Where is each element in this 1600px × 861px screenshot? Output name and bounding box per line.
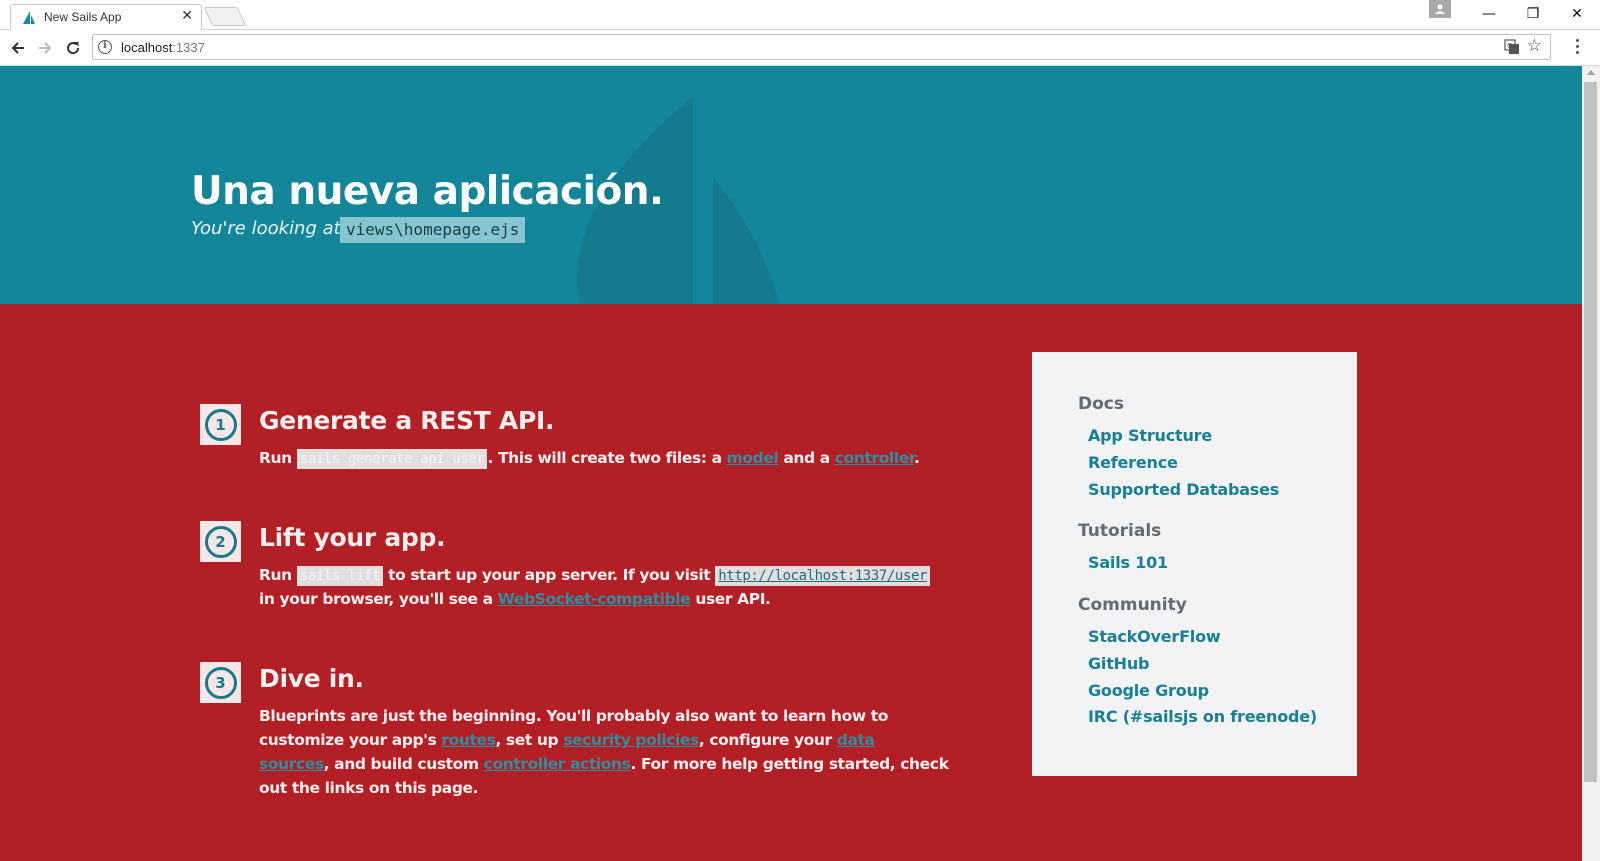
new-tab-button[interactable] [203, 7, 247, 26]
scroll-thumb[interactable] [1584, 82, 1597, 782]
main-content: 1 Generate a REST API. Run sails generat… [0, 304, 1582, 861]
browser-toolbar: i localhost:1337 G ☆ [0, 30, 1600, 66]
url-text[interactable]: localhost:1337 [121, 40, 205, 55]
step-number-badge: 2 [200, 521, 241, 562]
step-description: Run sails generate api user. This will c… [259, 449, 920, 469]
docs-heading: Docs [1078, 394, 1124, 414]
sidebar-link-reference[interactable]: Reference [1088, 453, 1178, 472]
view-file-code: views\homepage.ejs [340, 217, 526, 243]
controller-link[interactable]: controller [835, 449, 915, 467]
resources-sidebar: Docs App Structure Reference Supported D… [1032, 352, 1357, 776]
sidebar-link-github[interactable]: GitHub [1088, 654, 1150, 673]
tab-close-icon[interactable]: ✕ [181, 8, 193, 24]
reload-icon [67, 42, 80, 55]
hero-subtitle: You're looking at: [191, 218, 347, 239]
minimize-button[interactable]: — [1467, 0, 1511, 28]
step-number-badge: 1 [200, 404, 241, 445]
browser-tab[interactable]: New Sails App ✕ [10, 4, 202, 30]
tutorials-heading: Tutorials [1078, 521, 1162, 541]
step-title: Dive in. [259, 664, 364, 693]
bookmark-star-icon[interactable]: ☆ [1527, 36, 1542, 56]
minimize-icon: — [1482, 6, 1496, 22]
sidebar-link-supported-databases[interactable]: Supported Databases [1088, 480, 1279, 499]
community-heading: Community [1078, 595, 1187, 615]
sails-favicon-icon [23, 11, 35, 24]
code-snippet: sails generate api user [296, 449, 488, 469]
step-description: Blueprints are just the beginning. You'l… [259, 707, 949, 797]
routes-link[interactable]: routes [441, 731, 495, 749]
browser-menu-icon[interactable] [1576, 39, 1580, 57]
code-snippet: sails lift [296, 566, 384, 586]
close-icon: ✕ [1571, 6, 1583, 22]
restore-button[interactable]: ❐ [1511, 0, 1555, 28]
security-policies-link[interactable]: security policies [563, 731, 699, 749]
svg-text:G: G [1507, 42, 1512, 50]
scroll-up-arrow-icon[interactable] [1587, 70, 1595, 75]
address-bar[interactable]: i localhost:1337 G ☆ [92, 34, 1551, 60]
user-icon [1435, 4, 1445, 14]
forward-arrow-icon [39, 42, 52, 54]
step-title: Generate a REST API. [259, 406, 555, 435]
model-link[interactable]: model [727, 449, 779, 467]
controller-actions-link[interactable]: controller actions [484, 755, 631, 773]
sidebar-link-app-structure[interactable]: App Structure [1088, 426, 1212, 445]
back-arrow-icon [11, 42, 24, 54]
reload-button[interactable] [62, 37, 84, 59]
step-number-badge: 3 [200, 662, 241, 703]
sidebar-link-google-group[interactable]: Google Group [1088, 681, 1209, 700]
sidebar-link-stackoverflow[interactable]: StackOverFlow [1088, 627, 1221, 646]
restore-icon: ❐ [1526, 6, 1540, 22]
close-window-button[interactable]: ✕ [1555, 0, 1599, 28]
translate-icon[interactable]: G [1504, 39, 1520, 55]
hero-banner: Una nueva aplicación. You're looking at:… [0, 66, 1582, 304]
forward-button[interactable] [34, 37, 56, 59]
tab-title: New Sails App [44, 10, 122, 24]
profile-button[interactable] [1429, 0, 1451, 18]
back-button[interactable] [7, 37, 29, 59]
step-title: Lift your app. [259, 523, 446, 552]
info-icon[interactable]: i [98, 40, 112, 54]
vertical-scrollbar[interactable] [1582, 66, 1600, 861]
page-viewport: Una nueva aplicación. You're looking at:… [0, 66, 1582, 861]
page-title: Una nueva aplicación. [191, 169, 664, 214]
sidebar-link-irc[interactable]: IRC (#sailsjs on freenode) [1088, 707, 1317, 726]
browser-tab-bar: New Sails App ✕ — ❐ ✕ [0, 0, 1600, 30]
step-description: Run sails lift to start up your app serv… [259, 563, 949, 611]
websocket-link[interactable]: WebSocket-compatible [498, 590, 691, 608]
sidebar-link-sails-101[interactable]: Sails 101 [1088, 553, 1168, 572]
user-api-url-link[interactable]: http://localhost:1337/user [715, 566, 931, 586]
